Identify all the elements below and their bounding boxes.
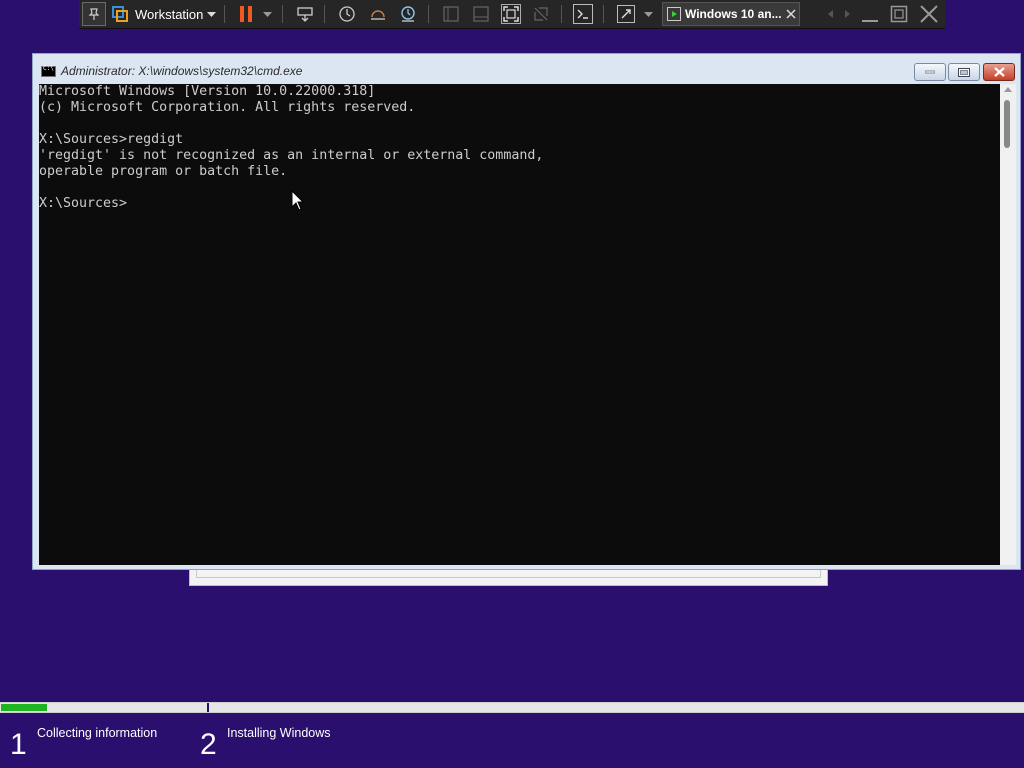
console-line: (c) Microsoft Corporation. All rights re… — [39, 100, 416, 115]
scroll-tabs-left-button[interactable] — [824, 0, 836, 28]
chevron-left-icon — [827, 10, 833, 18]
step-number: 2 — [200, 728, 217, 761]
full-screen-button[interactable] — [498, 0, 524, 28]
toolbar-divider — [324, 5, 325, 23]
console-output: Microsoft Windows [Version 10.0.22000.31… — [39, 84, 1000, 212]
library-icon — [443, 6, 459, 22]
console-line: Microsoft Windows [Version 10.0.22000.31… — [39, 84, 376, 99]
minimize-icon — [862, 20, 878, 22]
stretch-icon — [617, 5, 635, 23]
show-thumbnails-button[interactable] — [469, 0, 493, 28]
maximize-icon — [958, 67, 970, 77]
minimize-vmware-button[interactable] — [859, 0, 881, 28]
revert-snapshot-button[interactable] — [366, 0, 390, 28]
vm-tab[interactable]: Windows 10 an... — [662, 2, 800, 26]
console-line: X:\Sources>regdigt — [39, 132, 184, 147]
show-library-button[interactable] — [439, 0, 463, 28]
workstation-menu[interactable]: Workstation — [135, 0, 215, 28]
cmd-scrollbar[interactable] — [1000, 84, 1016, 565]
keyboard-icon — [297, 7, 313, 22]
power-dropdown-icon[interactable] — [260, 0, 274, 28]
step-label: Collecting information — [37, 726, 158, 740]
toolbar-divider — [561, 5, 562, 23]
toolbar-divider — [428, 5, 429, 23]
full-screen-icon — [501, 4, 521, 24]
minimize-icon — [925, 70, 935, 74]
chevron-right-icon — [844, 10, 850, 18]
close-tab-button[interactable] — [783, 0, 799, 28]
console-line: 'regdigt' is not recognized as an intern… — [39, 148, 544, 163]
vm-tab-label: Windows 10 an... — [685, 7, 782, 21]
stretch-dropdown-icon[interactable] — [641, 0, 655, 28]
setup-dialog-edge — [189, 570, 828, 586]
snapshot-manager-icon — [401, 6, 415, 22]
close-icon — [786, 9, 796, 19]
progress-fill — [1, 704, 47, 711]
console-view-button[interactable] — [570, 0, 596, 28]
cmd-app-icon — [41, 65, 56, 77]
vmware-logo-icon — [109, 0, 131, 28]
progress-segment-collecting — [0, 703, 207, 712]
pause-button[interactable] — [235, 0, 257, 28]
stretch-guest-button[interactable] — [615, 0, 637, 28]
vm-running-icon — [667, 7, 681, 21]
close-vmware-button[interactable] — [917, 0, 941, 28]
close-icon — [920, 5, 938, 23]
scroll-up-arrow-icon[interactable] — [1004, 87, 1012, 92]
workstation-dropdown-icon[interactable] — [204, 0, 218, 28]
revert-icon — [371, 10, 385, 20]
setup-progress-bar — [0, 702, 1024, 713]
thumbnail-bar-icon — [473, 6, 489, 22]
restore-icon — [890, 5, 908, 23]
unity-icon — [534, 7, 548, 21]
cmd-window-title: Administrator: X:\windows\system32\cmd.e… — [61, 64, 303, 78]
console-line: operable program or batch file. — [39, 164, 288, 179]
cmd-minimize-button[interactable] — [914, 63, 946, 81]
send-ctrl-alt-del-button[interactable] — [293, 0, 317, 28]
vmware-toolbar: Workstation Windows 10 an... — [79, 0, 945, 29]
toolbar-divider — [224, 5, 225, 23]
mouse-pointer-icon — [291, 190, 305, 211]
scrollbar-thumb[interactable] — [1004, 100, 1010, 148]
workstation-label: Workstation — [135, 6, 204, 22]
close-icon — [993, 67, 1005, 77]
restore-vmware-button[interactable] — [888, 0, 910, 28]
toolbar-divider — [282, 5, 283, 23]
step-label: Installing Windows — [227, 726, 331, 740]
snapshot-button[interactable] — [335, 0, 359, 28]
pin-icon — [88, 8, 100, 20]
cmd-maximize-button[interactable] — [948, 63, 980, 81]
snapshot-manager-button[interactable] — [396, 0, 420, 28]
scroll-tabs-right-button[interactable] — [841, 0, 853, 28]
clock-icon — [339, 6, 355, 22]
pin-toolbar-button[interactable] — [82, 2, 106, 26]
terminal-icon — [573, 4, 593, 24]
cmd-titlebar[interactable]: Administrator: X:\windows\system32\cmd.e… — [33, 54, 1020, 84]
pause-icon — [240, 6, 252, 22]
cmd-console[interactable]: Microsoft Windows [Version 10.0.22000.31… — [39, 84, 1000, 565]
progress-divider — [207, 703, 209, 712]
unity-button[interactable] — [529, 0, 553, 28]
step-number: 1 — [10, 728, 27, 761]
cmd-window: Administrator: X:\windows\system32\cmd.e… — [32, 53, 1021, 570]
console-line: X:\Sources> — [39, 196, 128, 211]
toolbar-divider — [603, 5, 604, 23]
cmd-close-button[interactable] — [983, 63, 1015, 81]
